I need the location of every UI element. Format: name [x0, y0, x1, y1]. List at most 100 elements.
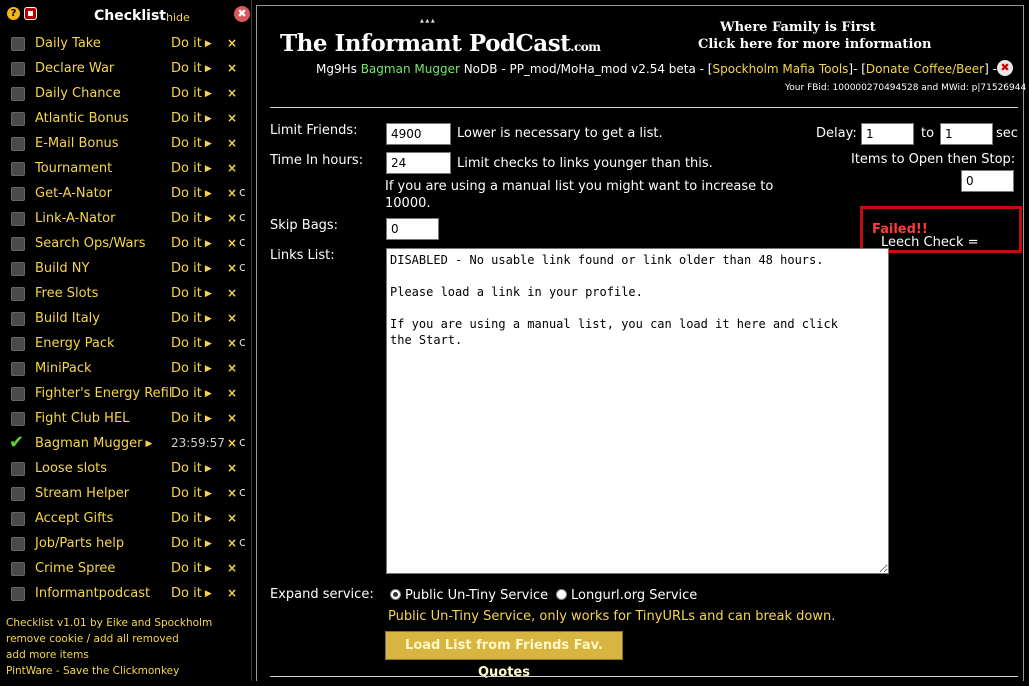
refresh-icon[interactable]: c — [239, 260, 246, 274]
pintware-link[interactable]: PintWare - Save the Clickmonkey — [6, 665, 179, 677]
podcast-logo[interactable]: The Informant PodCast.com — [280, 30, 601, 57]
refresh-icon[interactable]: c — [239, 335, 246, 349]
item-checkbox[interactable] — [11, 162, 25, 176]
remove-item-icon[interactable]: × — [227, 386, 237, 400]
do-it-button[interactable]: Do it ▶ — [171, 36, 212, 51]
remove-item-icon[interactable]: × — [227, 211, 237, 225]
do-it-button[interactable]: Do it ▶ — [171, 311, 212, 326]
do-it-button[interactable]: Do it ▶ — [171, 186, 212, 201]
remove-cookie-link[interactable]: remove cookie — [6, 633, 83, 645]
remove-item-icon[interactable]: × — [227, 111, 237, 125]
item-checkbox[interactable] — [11, 62, 25, 76]
do-it-button[interactable]: Do it ▶ — [171, 61, 212, 76]
do-it-button[interactable]: Do it ▶ — [171, 161, 212, 176]
item-checkbox[interactable] — [11, 237, 25, 251]
item-checkbox[interactable] — [11, 212, 25, 226]
add-more-items-link[interactable]: add more items — [6, 649, 89, 661]
remove-item-icon[interactable]: × — [227, 486, 237, 500]
item-label[interactable]: Bagman Mugger ▶ — [35, 436, 152, 451]
item-checkbox[interactable] — [11, 287, 25, 301]
longurl-radio[interactable] — [556, 589, 567, 600]
remove-item-icon[interactable]: × — [227, 311, 237, 325]
remove-item-icon[interactable]: × — [227, 436, 237, 450]
remove-item-icon[interactable]: × — [227, 586, 237, 600]
untiny-radio[interactable] — [390, 589, 401, 600]
item-checkbox[interactable] — [11, 412, 25, 426]
remove-item-icon[interactable]: × — [227, 511, 237, 525]
do-it-button[interactable]: Do it ▶ — [171, 586, 212, 601]
do-it-button[interactable]: Do it ▶ — [171, 361, 212, 376]
do-it-button[interactable]: Do it ▶ — [171, 386, 212, 401]
refresh-icon[interactable]: c — [239, 210, 246, 224]
refresh-icon[interactable]: c — [239, 235, 246, 249]
links-list-textarea[interactable]: DISABLED - No usable link found or link … — [386, 248, 889, 574]
item-checkbox[interactable] — [11, 137, 25, 151]
remove-item-icon[interactable]: × — [227, 261, 237, 275]
remove-item-icon[interactable]: × — [227, 36, 237, 50]
skip-bags-input[interactable] — [386, 218, 439, 240]
item-checkbox[interactable] — [11, 87, 25, 101]
item-checkbox[interactable] — [11, 187, 25, 201]
donate-link[interactable]: Donate Coffee/Beer — [866, 62, 984, 76]
item-checkbox[interactable] — [11, 262, 25, 276]
delay-from-input[interactable] — [861, 123, 914, 145]
hide-link[interactable]: hide — [166, 11, 190, 24]
remove-item-icon[interactable]: × — [227, 336, 237, 350]
refresh-icon[interactable]: c — [239, 535, 246, 549]
longurl-radio-label[interactable]: Longurl.org Service — [571, 588, 697, 603]
do-it-button[interactable]: Do it ▶ — [171, 211, 212, 226]
time-hours-input[interactable] — [386, 152, 451, 174]
refresh-icon[interactable]: c — [239, 485, 246, 499]
item-checkbox[interactable] — [11, 112, 25, 126]
remove-item-icon[interactable]: × — [227, 161, 237, 175]
item-checkbox[interactable] — [11, 37, 25, 51]
untiny-radio-label[interactable]: Public Un-Tiny Service — [405, 588, 548, 603]
remove-item-icon[interactable]: × — [227, 561, 237, 575]
refresh-icon[interactable]: c — [239, 185, 246, 199]
do-it-button[interactable]: Do it ▶ — [171, 236, 212, 251]
do-it-button[interactable]: Do it ▶ — [171, 261, 212, 276]
load-list-button[interactable]: Load List from Friends Fav. Quotes — [385, 631, 623, 680]
item-checkbox[interactable] — [11, 562, 25, 576]
delay-to-input[interactable] — [940, 123, 993, 145]
do-it-button[interactable]: Do it ▶ — [171, 536, 212, 551]
remove-item-icon[interactable]: × — [227, 536, 237, 550]
item-checkbox[interactable] — [11, 462, 25, 476]
remove-item-icon[interactable]: × — [227, 186, 237, 200]
do-it-button[interactable]: Do it ▶ — [171, 411, 212, 426]
remove-item-icon[interactable]: × — [227, 361, 237, 375]
do-it-button[interactable]: Do it ▶ — [171, 336, 212, 351]
remove-item-icon[interactable]: × — [227, 86, 237, 100]
spockholm-tools-link[interactable]: Spockholm Mafia Tools — [713, 62, 849, 76]
do-it-button[interactable]: Do it ▶ — [171, 461, 212, 476]
item-checkbox[interactable] — [11, 337, 25, 351]
remove-item-icon[interactable]: × — [227, 236, 237, 250]
item-checkbox[interactable] — [11, 487, 25, 501]
add-all-removed-link[interactable]: add all removed — [94, 633, 179, 645]
remove-item-icon[interactable]: × — [227, 61, 237, 75]
do-it-button[interactable]: Do it ▶ — [171, 486, 212, 501]
close-icon[interactable]: ✖ — [234, 6, 250, 22]
remove-item-icon[interactable]: × — [227, 136, 237, 150]
do-it-button[interactable]: Do it ▶ — [171, 511, 212, 526]
item-checkbox[interactable] — [11, 312, 25, 326]
limit-friends-input[interactable] — [386, 123, 451, 145]
refresh-icon[interactable]: c — [239, 435, 246, 449]
help-icon[interactable]: ? — [7, 7, 20, 20]
do-it-button[interactable]: Do it ▶ — [171, 111, 212, 126]
stop-icon[interactable] — [24, 7, 37, 20]
footer-version[interactable]: Checklist v1.01 by Eike and Spockholm — [6, 617, 212, 629]
close-icon[interactable]: ✖ — [997, 60, 1013, 76]
item-checkbox[interactable] — [11, 512, 25, 526]
remove-item-icon[interactable]: × — [227, 286, 237, 300]
do-it-button[interactable]: Do it ▶ — [171, 286, 212, 301]
do-it-button[interactable]: Do it ▶ — [171, 561, 212, 576]
do-it-button[interactable]: Do it ▶ — [171, 136, 212, 151]
remove-item-icon[interactable]: × — [227, 411, 237, 425]
items-to-open-input[interactable] — [961, 170, 1014, 192]
item-checkbox[interactable] — [11, 537, 25, 551]
item-checkbox[interactable] — [11, 387, 25, 401]
do-it-button[interactable]: Do it ▶ — [171, 86, 212, 101]
item-checkbox[interactable] — [11, 362, 25, 376]
item-checkbox[interactable] — [11, 587, 25, 601]
